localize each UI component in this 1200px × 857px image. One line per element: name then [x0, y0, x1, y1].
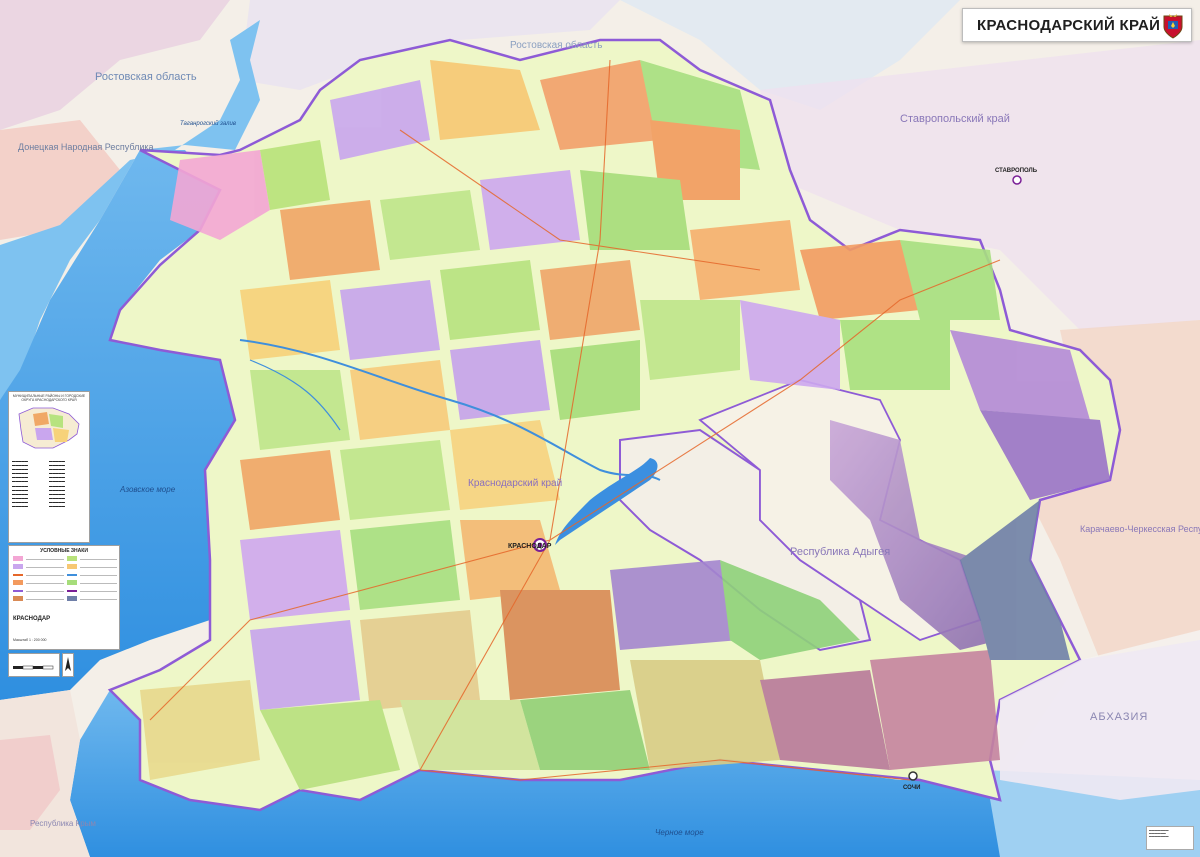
district-area: [630, 660, 780, 770]
district-area: [240, 450, 340, 530]
conventional-signs-panel: УСЛОВНЫЕ ЗНАКИ КРАСНОДАР Масштаб 1 : 200…: [8, 545, 120, 650]
district-area: [640, 300, 740, 380]
north-arrow-panel: [62, 653, 74, 677]
sochi-marker: [908, 771, 918, 781]
label-karachay-cherkessia: Карачаево-Черкесская Республика: [1080, 524, 1200, 534]
publisher-imprint: ▬▬▬▬▬▬▬ ▬▬▬▬▬▬ ▬▬▬▬▬▬▬: [1146, 826, 1194, 850]
label-region-center: Краснодарский край: [468, 478, 562, 489]
coat-of-arms-icon: [1163, 14, 1183, 39]
north-arrow-icon: [65, 657, 71, 671]
district-legend-panel: МУНИЦИПАЛЬНЫЕ РАЙОНЫ И ГОРОДСКИЕ ОКРУГА …: [8, 391, 90, 543]
label-krasnodar: КРАСНОДАР: [508, 543, 552, 550]
district-area: [580, 170, 690, 250]
label-adygea: Республика Адыгея: [790, 546, 890, 558]
legend-city-sample: КРАСНОДАР: [13, 616, 51, 622]
label-donetsk: Донецкая Народная Республика: [18, 142, 154, 152]
district-area: [550, 340, 640, 420]
district-area: [870, 650, 1000, 770]
label-sochi: СОЧИ: [903, 785, 920, 791]
district-area: [340, 280, 440, 360]
legend-list: ▬▬▬▬▬ ▬▬▬▬▬ ▬▬▬▬▬ ▬▬▬▬▬ ▬▬▬▬▬ ▬▬▬▬▬ ▬▬▬▬▬ ▬▬▬…: [9, 459, 89, 508]
legend-mini-map: [18, 407, 80, 449]
label-rostov-west: Ростовская область: [95, 71, 197, 83]
label-stavropol: СТАВРОПОЛЬ: [995, 168, 1038, 174]
district-area: [250, 620, 360, 710]
district-area: [760, 670, 890, 770]
district-area: [520, 690, 650, 770]
legend-column: ▬▬▬▬▬ ▬▬▬▬▬ ▬▬▬▬▬ ▬▬▬▬▬ ▬▬▬▬▬ ▬▬▬▬▬ ▬▬▬▬▬ ▬▬▬…: [49, 459, 65, 509]
district-area: [350, 520, 460, 610]
district-area: [250, 370, 350, 450]
scale-bar-icon: [13, 665, 54, 670]
map-title: КРАСНОДАРСКИЙ КРАЙ: [977, 16, 1161, 34]
district-area: [690, 220, 800, 300]
district-area: [400, 700, 540, 770]
legend-heading: МУНИЦИПАЛЬНЫЕ РАЙОНЫ И ГОРОДСКИЕ ОКРУГА …: [12, 394, 86, 402]
district-area: [610, 560, 740, 650]
label-taganrog-bay: Таганрогский залив: [180, 120, 236, 127]
scale-bar-panel: [8, 653, 60, 677]
label-abkhazia: АБХАЗИЯ: [1090, 711, 1148, 723]
label-azov-sea: Азовское море: [119, 485, 176, 494]
district-area: [500, 590, 620, 700]
label-rostov-north: Ростовская область: [510, 39, 602, 51]
district-area: [440, 260, 540, 340]
label-stavropol-krai: Ставропольский край: [900, 113, 1010, 125]
district-area: [280, 200, 380, 280]
district-area: [260, 140, 330, 210]
legend-column: ▬▬▬▬▬ ▬▬▬▬▬ ▬▬▬▬▬ ▬▬▬▬▬ ▬▬▬▬▬ ▬▬▬▬▬ ▬▬▬▬▬ ▬▬▬…: [12, 459, 28, 509]
district-area: [800, 240, 920, 320]
map-title-panel: КРАСНОДАРСКИЙ КРАЙ: [962, 8, 1192, 42]
signs-grid: [13, 556, 117, 616]
district-area: [840, 320, 950, 390]
map-graphic: Ростовская область Ростовская область До…: [0, 0, 1200, 857]
district-area: [480, 170, 580, 250]
stavropol-marker: [1012, 175, 1022, 185]
label-black-sea: Черное море: [655, 828, 704, 837]
signs-title: УСЛОВНЫЕ ЗНАКИ: [40, 548, 88, 554]
district-area: [340, 440, 450, 520]
legend-scale: Масштаб 1 : 200 000: [13, 638, 47, 642]
district-area: [240, 280, 340, 360]
label-crimea: Республика Крым: [30, 819, 96, 828]
district-area: [380, 190, 480, 260]
district-area: [240, 530, 350, 620]
map-canvas: Ростовская область Ростовская область До…: [0, 0, 1200, 857]
district-area: [450, 340, 550, 420]
